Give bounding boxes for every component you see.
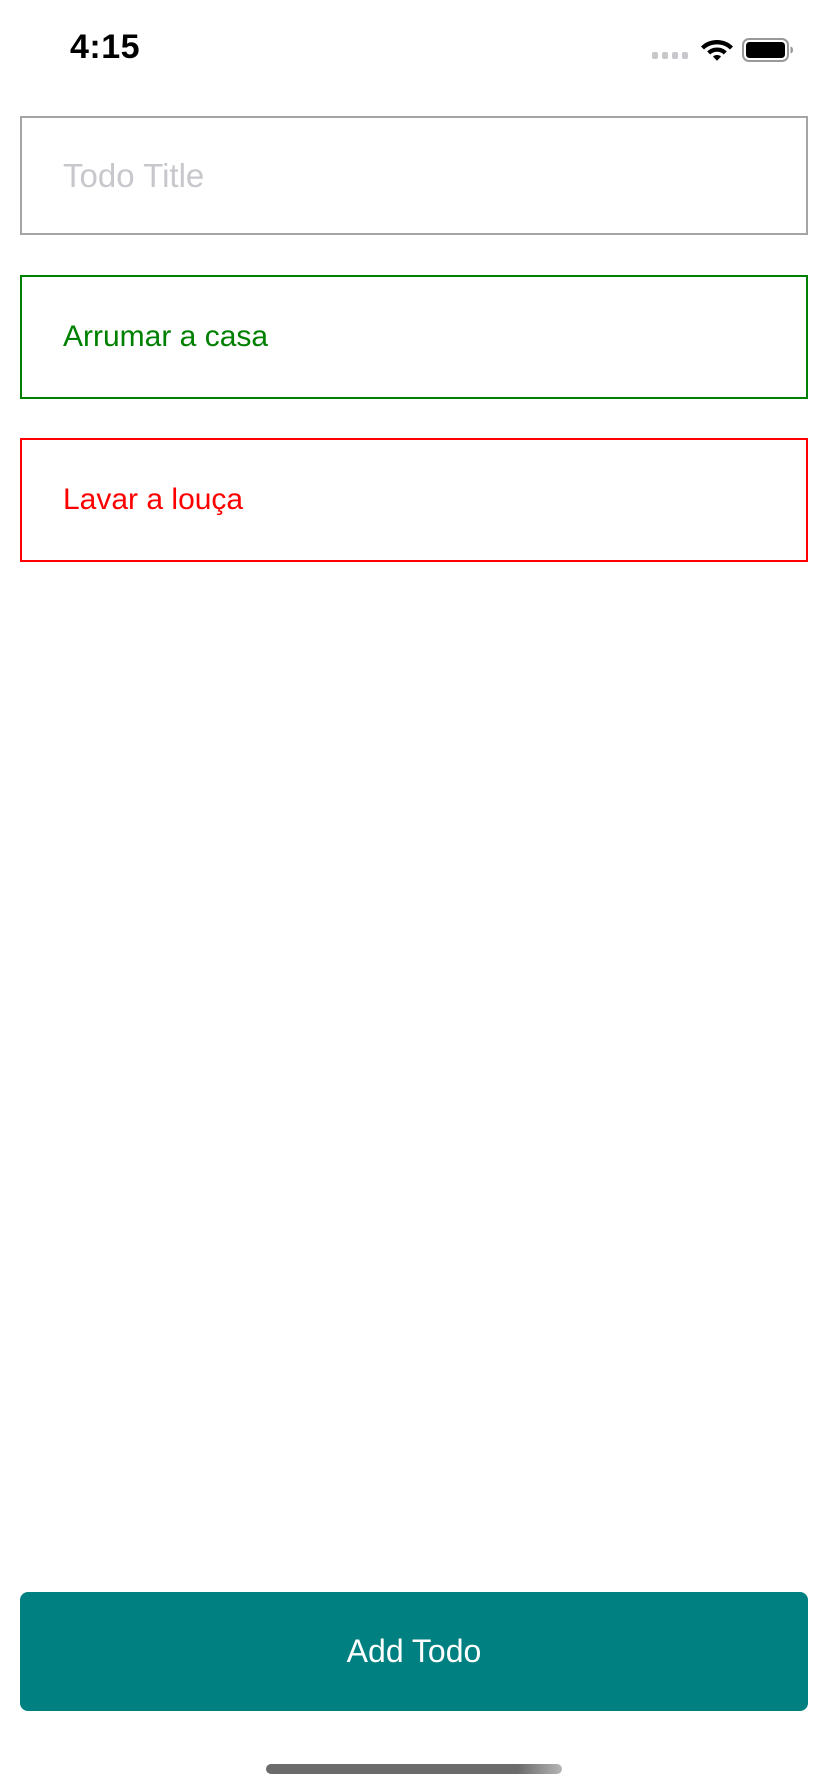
cellular-signal-icon: [652, 52, 688, 59]
add-todo-button[interactable]: Add Todo: [20, 1592, 808, 1711]
wifi-icon: [701, 40, 733, 61]
status-time: 4:15: [70, 28, 141, 66]
todo-app-screen: 4:15 Arrumar a casa Lavar a louça Add To…: [0, 0, 828, 1792]
battery-icon: [742, 38, 793, 62]
status-bar: 4:15: [0, 0, 828, 100]
todo-item-done[interactable]: Arrumar a casa: [20, 275, 808, 399]
todo-item-pending[interactable]: Lavar a louça: [20, 438, 808, 562]
todo-item-title: Arrumar a casa: [63, 320, 269, 353]
home-indicator[interactable]: [266, 1764, 562, 1774]
todo-item-title: Lavar a louça: [63, 483, 244, 516]
todo-title-input[interactable]: [20, 116, 808, 235]
